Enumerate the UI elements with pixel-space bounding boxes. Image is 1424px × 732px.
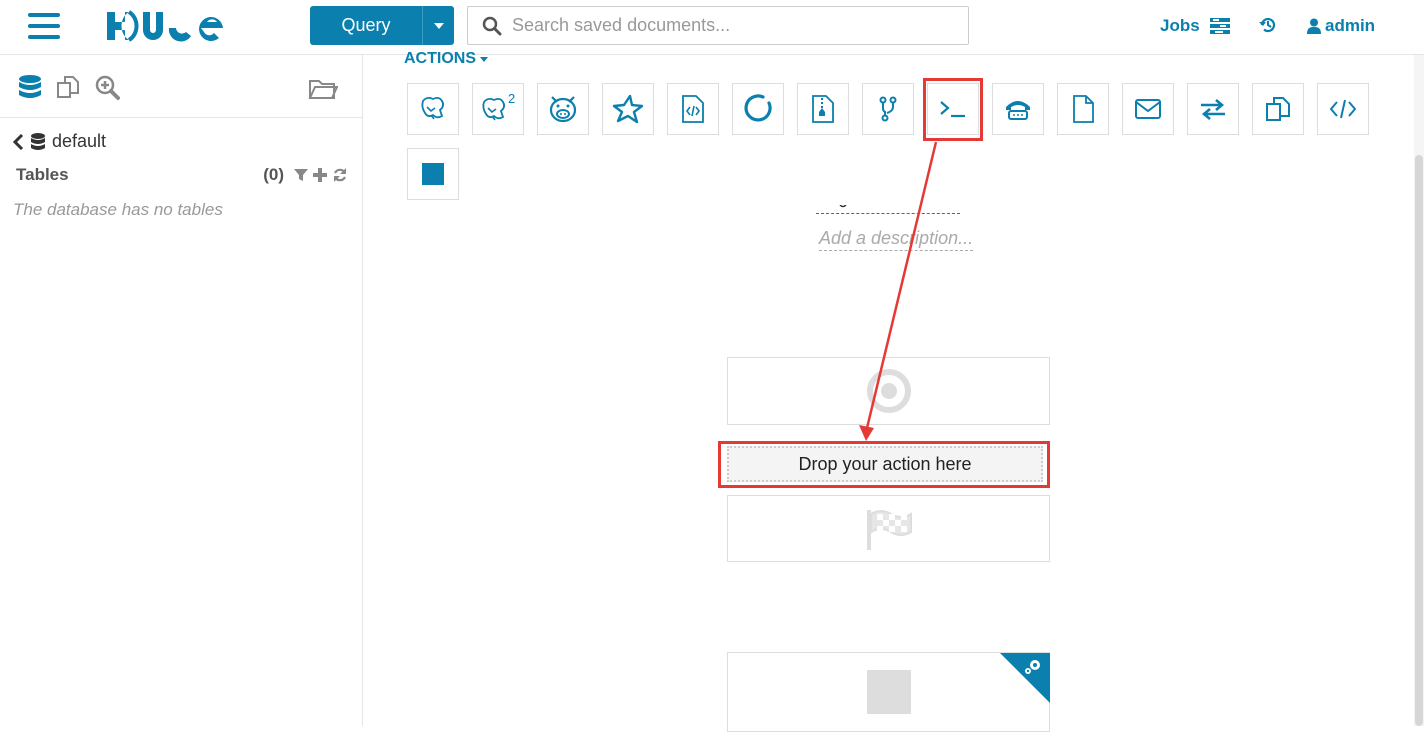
scrollbar-thumb[interactable] [1415,155,1423,726]
annotation-arrow [859,141,938,441]
